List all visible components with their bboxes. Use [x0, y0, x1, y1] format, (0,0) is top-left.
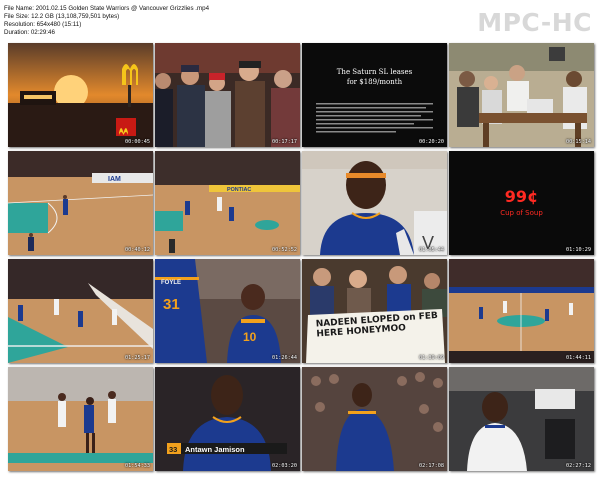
timestamp: 01:54:33 [125, 463, 150, 469]
players-31-10-scene: 31 FOYLE 10 [155, 259, 300, 363]
court-wide-scene-2: PONTIAC [155, 151, 300, 255]
file-size-line: File Size: 12.2 GB (13,108,759,501 bytes… [4, 13, 120, 21]
thumbnail-1[interactable]: 00:00:45 [8, 43, 153, 147]
timestamp: 00:15:14 [566, 139, 591, 145]
graphic-number: 33 [169, 445, 177, 454]
court-angle-scene [8, 259, 153, 363]
timestamp: 02:17:08 [419, 463, 444, 469]
thumbnail-10[interactable]: 31 FOYLE 10 01:26:44 [155, 259, 300, 363]
thumbnail-14[interactable]: 33 Antawn Jamison 02:03:20 [155, 367, 300, 471]
timestamp: 01:39:09 [419, 355, 444, 361]
timestamp: 00:00:45 [125, 139, 150, 145]
mpc-hc-logo: MPC-HC [477, 8, 592, 37]
timestamp: 01:25:17 [125, 355, 150, 361]
ad-price-line: for $189/month [346, 78, 403, 86]
graphic-player-name: Antawn Jamison [185, 445, 245, 454]
timestamp: 00:40:12 [125, 247, 150, 253]
thumbnail-3[interactable]: The Saturn SL leases for $189/month 00:2… [302, 43, 447, 147]
thumbnail-4[interactable]: 00:15:14 [449, 43, 594, 147]
thumbnail-13[interactable]: 01:54:33 [8, 367, 153, 471]
ad-headline: The Saturn SL leases [336, 68, 413, 76]
thumbnail-12[interactable]: 01:44:11 [449, 259, 594, 363]
timestamp: 01:44:11 [566, 355, 591, 361]
timestamp: 02:03:20 [272, 463, 297, 469]
thumbnail-15[interactable]: 02:17:08 [302, 367, 447, 471]
jersey-number: 31 [163, 296, 180, 313]
crowd-fans-scene [155, 43, 300, 147]
court-overhead-scene [449, 259, 594, 363]
pontiac-banner: PONTIAC [227, 187, 251, 193]
court-action-scene [8, 367, 153, 471]
player-closeup-scene: V [302, 151, 447, 255]
timestamp: 00:17:17 [272, 139, 297, 145]
thumbnail-9[interactable]: 01:25:17 [8, 259, 153, 363]
thumbnail-8[interactable]: 99¢ Cup of Soup 01:10:29 [449, 151, 594, 255]
timestamp: 01:05:44 [419, 247, 444, 253]
thumbnail-16[interactable]: 02:27:12 [449, 367, 594, 471]
timestamp: 00:20:20 [419, 139, 444, 145]
timestamp: 00:52:52 [272, 247, 297, 253]
timestamp: 01:10:29 [566, 247, 591, 253]
product-caption: Cup of Soup [500, 209, 543, 217]
thumbnail-11[interactable]: NADEEN ELOPED on FEB HERE HONEYMOO 01:39… [302, 259, 447, 363]
thumbnail-6[interactable]: PONTIAC 00:52:52 [155, 151, 300, 255]
thumbnail-5[interactable]: IAM 00:40:12 [8, 151, 153, 255]
court-wide-scene: IAM [8, 151, 153, 255]
saturn-ad-scene [302, 43, 447, 147]
svg-text:10: 10 [243, 330, 257, 344]
timestamp: 01:26:44 [272, 355, 297, 361]
player-name-graphic-scene: 33 Antawn Jamison [155, 367, 300, 471]
iam-banner: IAM [108, 176, 121, 183]
price-text: 99¢ [504, 187, 539, 206]
jersey-name: FOYLE [161, 280, 181, 286]
player-bench-scene [449, 367, 594, 471]
file-name-line: File Name: 2001.02.15 Golden State Warri… [4, 5, 210, 12]
timestamp: 02:27:12 [566, 463, 591, 469]
player-back-scene [302, 367, 447, 471]
thumbnail-2[interactable]: 00:17:17 [155, 43, 300, 147]
thumbnail-7[interactable]: V 01:05:44 [302, 151, 447, 255]
file-info: File Name: 2001.02.15 Golden State Warri… [4, 5, 209, 37]
duration-line: Duration: 02:29:46 [4, 29, 55, 37]
family-kitchen-scene [449, 43, 594, 147]
resolution-line: Resolution: 654x480 (15:11) [4, 21, 82, 29]
mcdonalds-sunset-scene [8, 43, 153, 147]
